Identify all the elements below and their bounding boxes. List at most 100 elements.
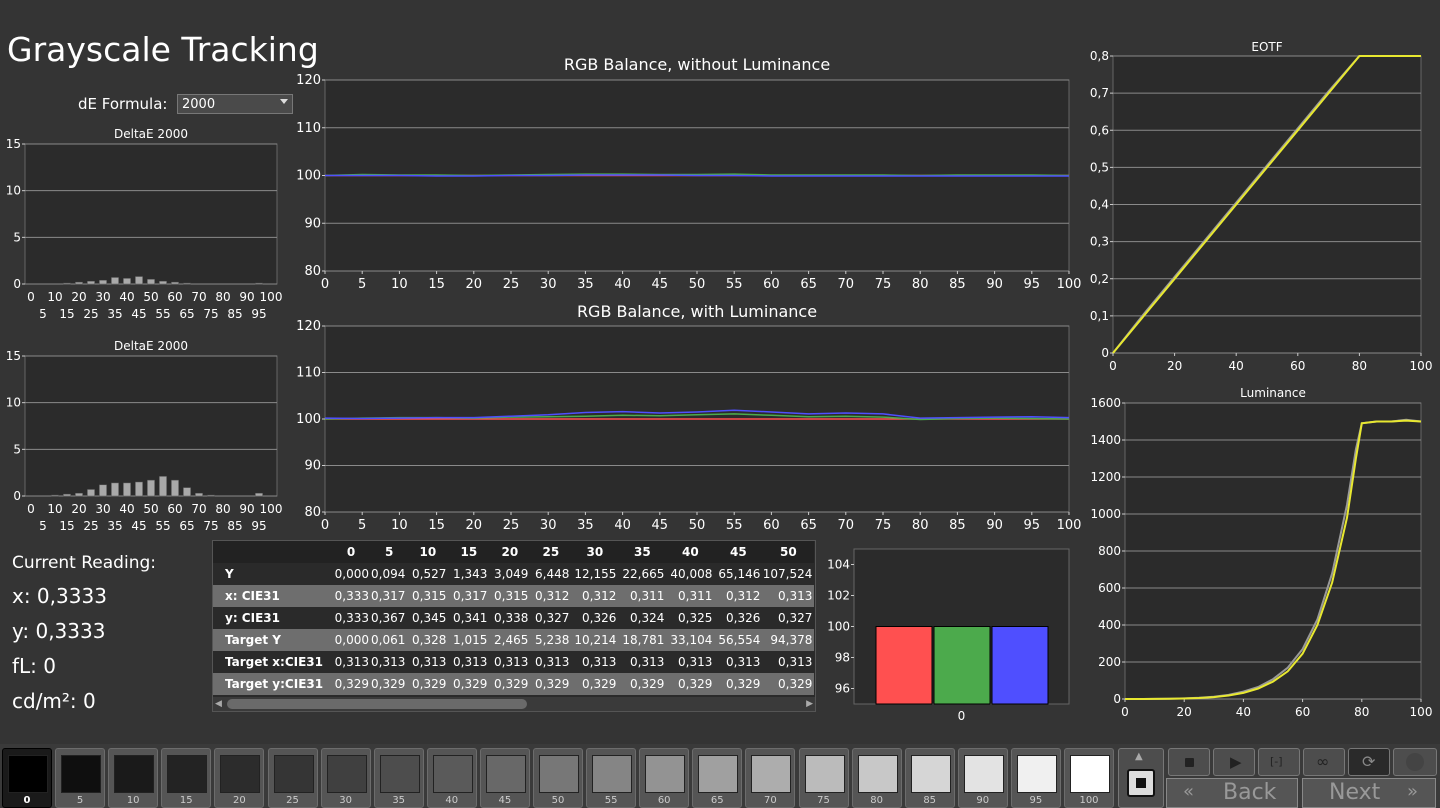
deltae-1-bar — [63, 282, 71, 285]
table-cell: 0,061 — [371, 633, 406, 647]
patch-swatch-10[interactable]: 10 — [108, 748, 159, 808]
deltae-1-bar — [135, 276, 143, 285]
deltae-2-bar — [75, 492, 83, 497]
deltae-2-xtick-label: 100 — [260, 502, 283, 516]
luminance-ytick-label: 600 — [1098, 581, 1121, 595]
table-row: y: CIE31 0,333 0,367 0,345 0,341 0,338 0,327 0,… — [213, 607, 815, 629]
deltae-2-bar — [63, 493, 71, 497]
table-cell: 0,324 — [630, 611, 665, 625]
table-row: Target x:CIE31 0,313 0,313 0,313 0,313 0,313 0… — [213, 651, 815, 673]
deltae-1-xtick-label: 30 — [95, 290, 110, 304]
rgb-balance-lum-xtick-label: 90 — [986, 518, 1003, 533]
record-icon — [1406, 753, 1424, 771]
patch-label: 0 — [23, 795, 31, 806]
page-title: Grayscale Tracking — [7, 30, 319, 69]
deltae-2-bar — [135, 481, 143, 497]
eotf-xtick-label: 100 — [1410, 359, 1433, 373]
table-header-cell: 20 — [501, 545, 519, 559]
patch-swatch-5[interactable]: 5 — [55, 748, 106, 808]
table-cell: 0,341 — [453, 611, 488, 625]
luminance-ytick-label: 1000 — [1090, 507, 1121, 521]
patch-color-chip — [220, 755, 261, 793]
arrow-up-icon: ▲ — [1135, 751, 1143, 762]
rgb-balance-ytick-label: 110 — [296, 121, 321, 136]
patch-label: 70 — [764, 795, 777, 806]
patch-swatch-25[interactable]: 25 — [267, 748, 318, 808]
stop-control[interactable]: ▲ — [1118, 748, 1164, 808]
table-cell: 0,338 — [494, 611, 529, 625]
patch-color-chip — [751, 755, 792, 793]
table-header-cell: 5 — [385, 545, 394, 559]
patch-swatch-85[interactable]: 85 — [904, 748, 955, 808]
rgb-bar-blue — [991, 626, 1049, 705]
patch-swatch-100[interactable]: 100 — [1064, 748, 1114, 808]
reading-y: y: 0,3333 — [12, 619, 106, 643]
table-cell: 0,333 — [334, 589, 369, 603]
measure-range-button[interactable]: [-] — [1258, 748, 1300, 776]
patch-swatch-80[interactable]: 80 — [851, 748, 902, 808]
deltae-2-xtick-label: 35 — [107, 519, 122, 533]
patch-swatch-15[interactable]: 15 — [161, 748, 212, 808]
stop-button[interactable] — [1168, 748, 1210, 776]
table-header-cell — [213, 541, 331, 563]
record-button[interactable] — [1393, 748, 1437, 776]
patch-swatch-95[interactable]: 95 — [1010, 748, 1061, 808]
patch-swatch-90[interactable]: 90 — [957, 748, 1008, 808]
deltae-1-bar — [111, 277, 119, 285]
luminance-xtick-label: 0 — [1121, 705, 1129, 719]
patch-color-chip — [804, 755, 845, 793]
patch-swatch-45[interactable]: 45 — [479, 748, 530, 808]
table-cell: 0,094 — [371, 567, 406, 581]
chevron-double-right-icon: » — [1407, 781, 1419, 802]
eotf-ytick-label: 0,7 — [1090, 86, 1109, 100]
deltae-1-ytick-label: 0 — [13, 277, 21, 291]
scroll-right-icon[interactable]: ▶ — [806, 699, 813, 709]
patch-swatch-70[interactable]: 70 — [745, 748, 796, 808]
patch-swatch-35[interactable]: 35 — [373, 748, 424, 808]
refresh-button[interactable]: ⟳ — [1348, 748, 1390, 776]
luminance-chart: 0 200 400 600 800 1000 1200 1400 1600 0 20 40 60 80 10… — [1090, 396, 1432, 719]
table-cell: 0,313 — [726, 655, 761, 669]
deltae-chart-2: 0510150 10 20 30 40 50 60 70 80 90 1005 15 25 35 45 55 6… — [6, 350, 283, 533]
rgb-balance-lum-ytick-label: 80 — [304, 505, 321, 520]
patch-swatch-55[interactable]: 55 — [586, 748, 637, 808]
scrollbar-thumb[interactable] — [227, 699, 527, 709]
patch-swatch-50[interactable]: 50 — [533, 748, 583, 808]
deltae-2-bar — [195, 492, 203, 497]
back-button[interactable]: « Back — [1166, 778, 1298, 808]
deltae-1-xtick-label: 65 — [179, 307, 194, 321]
table-header-cell: 0 — [346, 545, 356, 559]
table-cell: 0,329 — [726, 677, 761, 691]
patch-label: 55 — [604, 795, 618, 806]
luminance-ytick-label: 200 — [1098, 655, 1121, 669]
patch-swatch-40[interactable]: 40 — [426, 748, 477, 808]
table-row: Target Y 0,000 0,061 0,328 1,015 2,465 5,238 10… — [213, 629, 815, 651]
table-row-label: Target y:CIE31 — [225, 677, 324, 691]
table-cell: 18,781 — [622, 633, 665, 647]
patch-swatch-75[interactable]: 75 — [798, 748, 849, 808]
table-row: Y 0,000 0,094 0,527 1,343 3,049 6,448 12,155 22,… — [213, 563, 815, 585]
patch-label: 35 — [392, 795, 406, 806]
rgb-balance-xtick-label: 15 — [428, 277, 445, 292]
play-button[interactable]: ▶ — [1213, 748, 1255, 776]
patch-swatch-60[interactable]: 60 — [639, 748, 690, 808]
patch-swatch-0[interactable]: 0 — [2, 748, 52, 808]
scroll-left-icon[interactable]: ◀ — [215, 699, 222, 709]
patch-swatch-30[interactable]: 30 — [320, 748, 371, 808]
deltae-1-bar — [87, 280, 95, 285]
table-horizontal-scrollbar[interactable]: ◀ ▶ — [213, 697, 815, 711]
luminance-xtick-label: 60 — [1295, 705, 1310, 719]
deltae-1-xtick-label: 70 — [191, 290, 206, 304]
table-cell: 0,317 — [453, 589, 488, 603]
rgb-balance-xtick-label: 95 — [1024, 277, 1041, 292]
table-row: Target y:CIE31 0,329 0,329 0,329 0,329 0,329 0… — [213, 673, 815, 695]
de-formula-select[interactable]: 2000 — [177, 94, 293, 114]
patch-swatch-65[interactable]: 65 — [692, 748, 743, 808]
deltae-2-xtick-label: 75 — [203, 519, 218, 533]
table-cell: 0,329 — [778, 677, 813, 691]
table-cell: 0,329 — [371, 677, 406, 691]
continuous-button[interactable]: ∞ — [1303, 748, 1345, 776]
patch-swatch-20[interactable]: 20 — [214, 748, 265, 808]
next-button[interactable]: Next » — [1302, 778, 1436, 808]
rgb-balance-lum-xtick-label: 20 — [466, 518, 483, 533]
